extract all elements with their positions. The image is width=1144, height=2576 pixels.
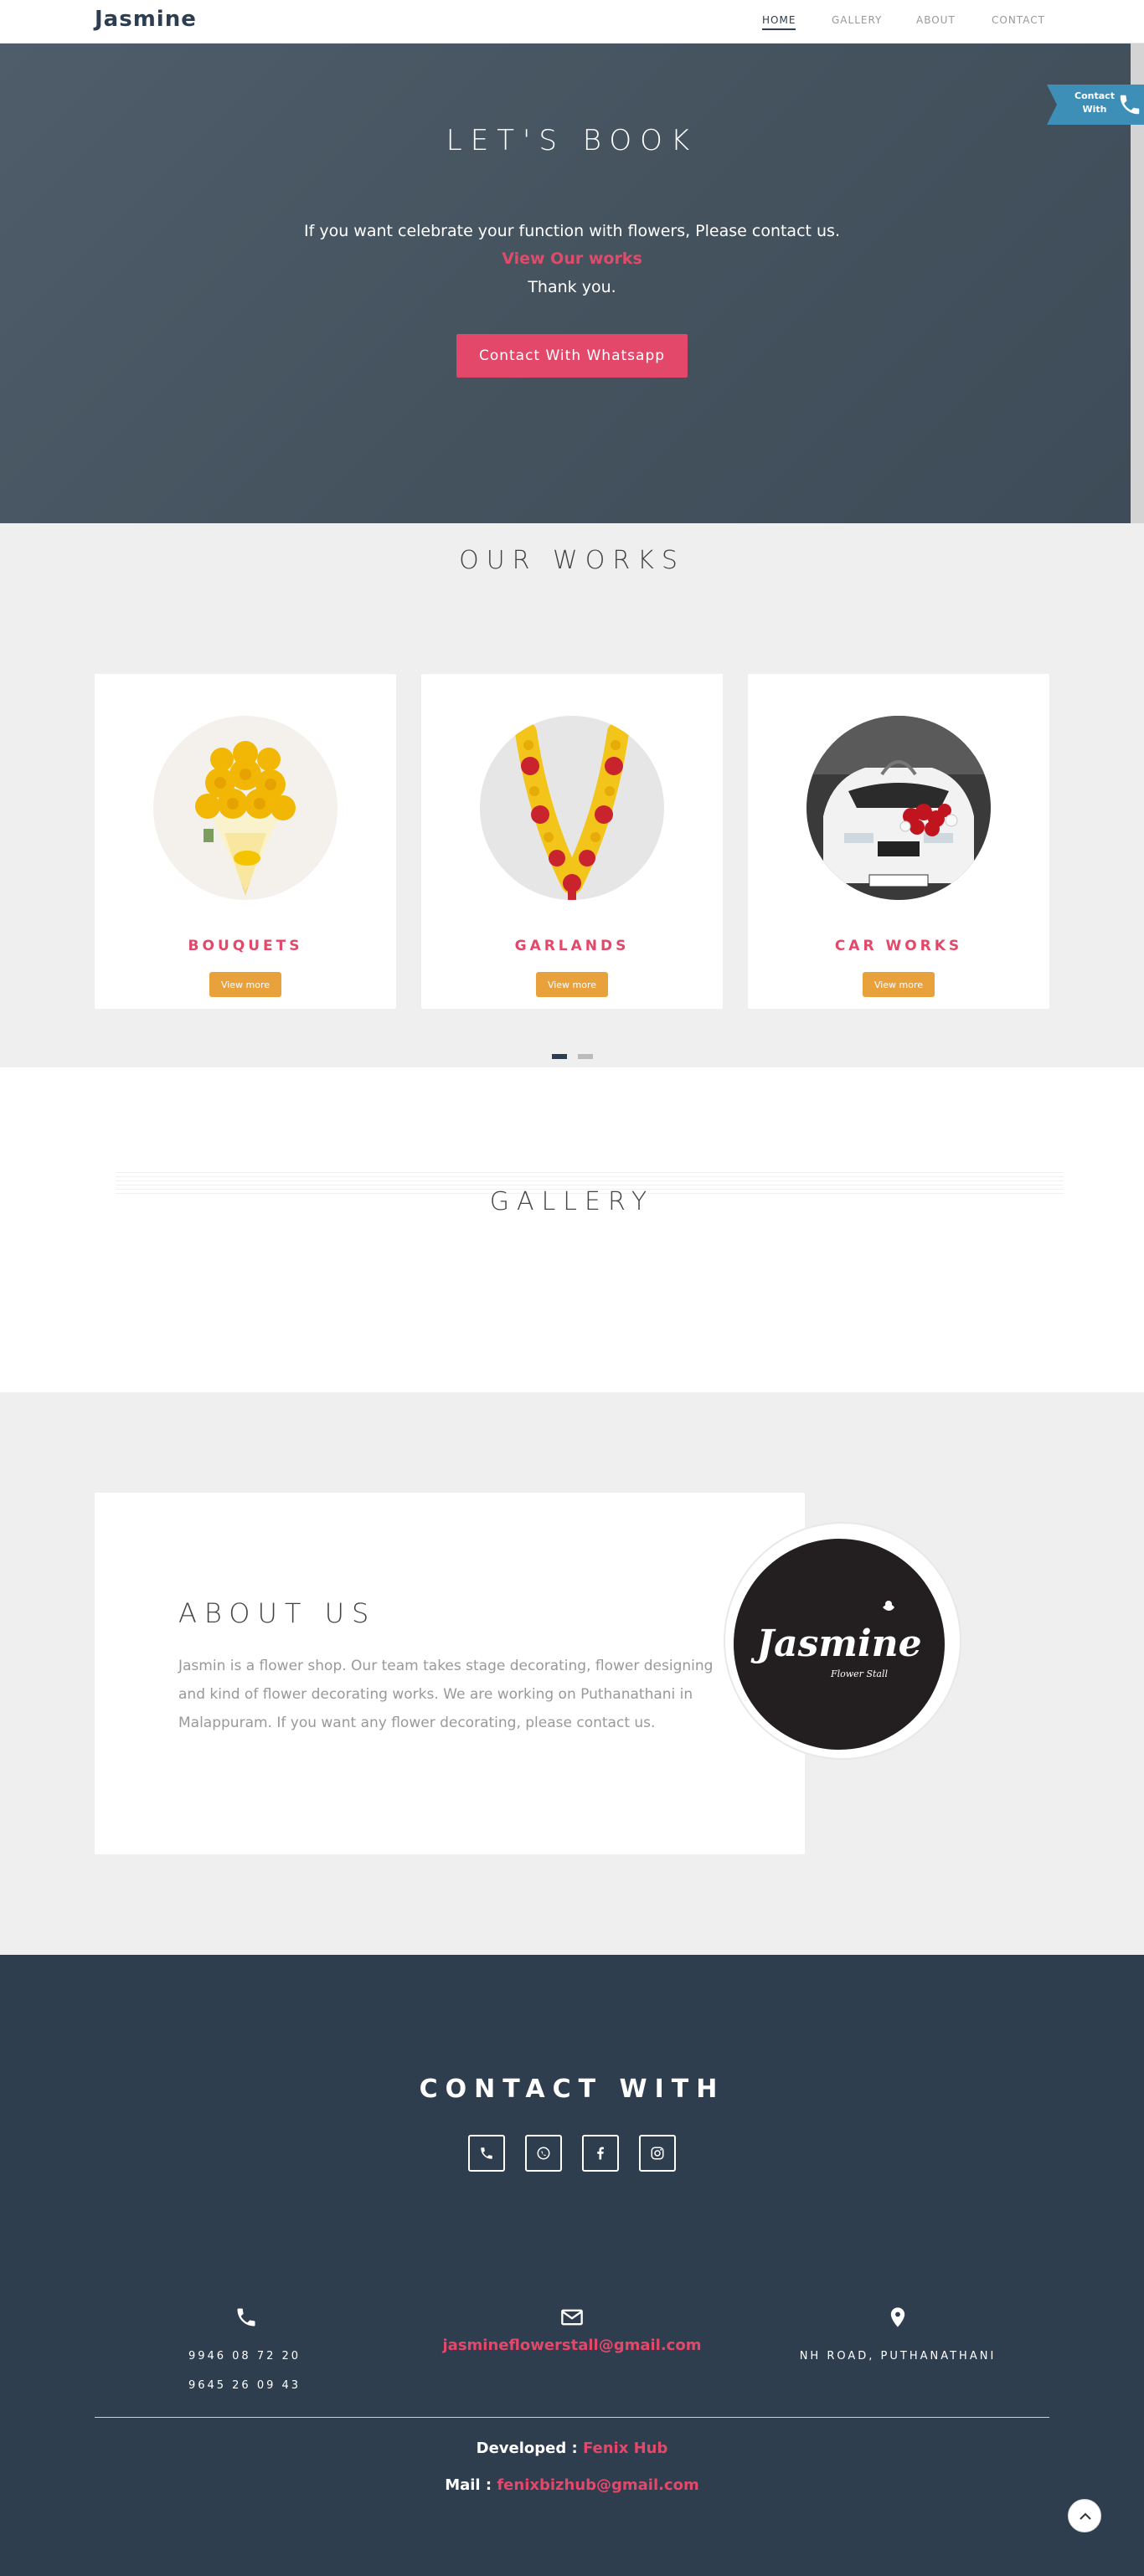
hero-title: LET'S BOOK [446, 124, 698, 157]
garland-image [480, 716, 664, 900]
instagram-social-button[interactable] [639, 2135, 676, 2172]
hero-link-row: View Our works [0, 249, 1144, 268]
carousel-dot-1[interactable] [552, 1054, 567, 1059]
mail-label: Mail : [445, 2476, 497, 2494]
phone-number-1[interactable]: 9946 08 72 20 [161, 2350, 328, 2363]
view-our-works-link[interactable]: View Our works [502, 249, 642, 268]
logo-subtext: Flower Stall [830, 1668, 888, 1679]
our-works-section: OUR WORKS BOUQUETS View more GARLANDS Vi… [0, 523, 1144, 1067]
about-card: ABOUT US Jasmin is a flower shop. Our te… [95, 1493, 805, 1854]
whatsapp-icon [537, 2147, 550, 2160]
gallery-title: GALLERY [489, 1187, 655, 1216]
instagram-icon [651, 2147, 664, 2160]
nav-link-about[interactable]: ABOUT [916, 14, 956, 26]
nav-link-gallery[interactable]: GALLERY [832, 14, 882, 26]
contact-title: CONTACT WITH [419, 2075, 725, 2104]
scroll-to-top-button[interactable] [1068, 2499, 1101, 2532]
developer-mail-link[interactable]: fenixbizhub@gmail.com [497, 2476, 698, 2494]
chevron-up-icon [1080, 2512, 1091, 2520]
footer-divider [95, 2417, 1049, 2418]
developer-label: Developed : [476, 2440, 583, 2457]
developer-name-link[interactable]: Fenix Hub [583, 2440, 667, 2457]
bouquets-view-more-button[interactable]: View more [209, 972, 281, 997]
floating-contact-tab[interactable]: Contact With [1047, 85, 1144, 125]
our-works-title: OUR WORKS [459, 546, 685, 575]
logo-text: Jasmine [750, 1622, 921, 1665]
location-pin-icon [890, 2307, 905, 2327]
contact-tab-label: Contact With [1074, 90, 1115, 115]
carousel-dot-2[interactable] [578, 1054, 593, 1059]
developer-credit: Developed : Fenix Hub [0, 2440, 1144, 2457]
contact-section: CONTACT WITH 9946 08 72 20 9645 26 09 43… [0, 1955, 1144, 2576]
envelope-icon [561, 2309, 583, 2326]
phone-social-button[interactable] [468, 2135, 505, 2172]
work-card-bouquets: BOUQUETS View more [95, 674, 396, 1009]
top-navbar: Jasmine HOME GALLERY ABOUT CONTACT [0, 0, 1144, 44]
work-card-car-works: CAR WORKS View more [748, 674, 1049, 1009]
garlands-view-more-button[interactable]: View more [536, 972, 608, 997]
car-works-image [806, 716, 991, 900]
car-works-view-more-button[interactable]: View more [863, 972, 935, 997]
developer-mail: Mail : fenixbizhub@gmail.com [0, 2476, 1144, 2494]
card-title-car-works: CAR WORKS [834, 938, 963, 954]
about-title: ABOUT US [178, 1597, 377, 1629]
about-section: ABOUT US Jasmin is a flower shop. Our te… [0, 1392, 1144, 1955]
hero-line-3: Thank you. [528, 278, 616, 296]
whatsapp-social-button[interactable] [525, 2135, 562, 2172]
work-card-garlands: GARLANDS View more [421, 674, 723, 1009]
contact-email[interactable]: jasmineflowerstall@gmail.com [405, 2337, 739, 2354]
card-title-bouquets: BOUQUETS [188, 938, 303, 954]
brand-logo[interactable]: Jasmine [95, 7, 197, 32]
bouquet-image [153, 716, 338, 900]
nav-link-contact[interactable]: CONTACT [992, 14, 1045, 26]
phone-icon [1120, 95, 1140, 115]
gallery-section: GALLERY [0, 1067, 1144, 1392]
about-text: Jasmin is a flower shop. Our team takes … [178, 1658, 714, 1731]
facebook-social-button[interactable] [582, 2135, 619, 2172]
facebook-icon [597, 2147, 604, 2160]
phone-icon [481, 2147, 492, 2159]
phone-icon [237, 2308, 255, 2327]
phone-number-2[interactable]: 9645 26 09 43 [161, 2379, 328, 2392]
card-title-garlands: GARLANDS [514, 938, 630, 954]
nav-link-home[interactable]: HOME [762, 14, 796, 30]
contact-address: NH ROAD, PUTHANATHANI [799, 2350, 997, 2363]
hero-line-1: If you want celebrate your function with… [304, 222, 840, 240]
jasmine-logo: Jasmine Flower Stall [734, 1539, 945, 1750]
contact-whatsapp-button[interactable]: Contact With Whatsapp [456, 334, 688, 378]
